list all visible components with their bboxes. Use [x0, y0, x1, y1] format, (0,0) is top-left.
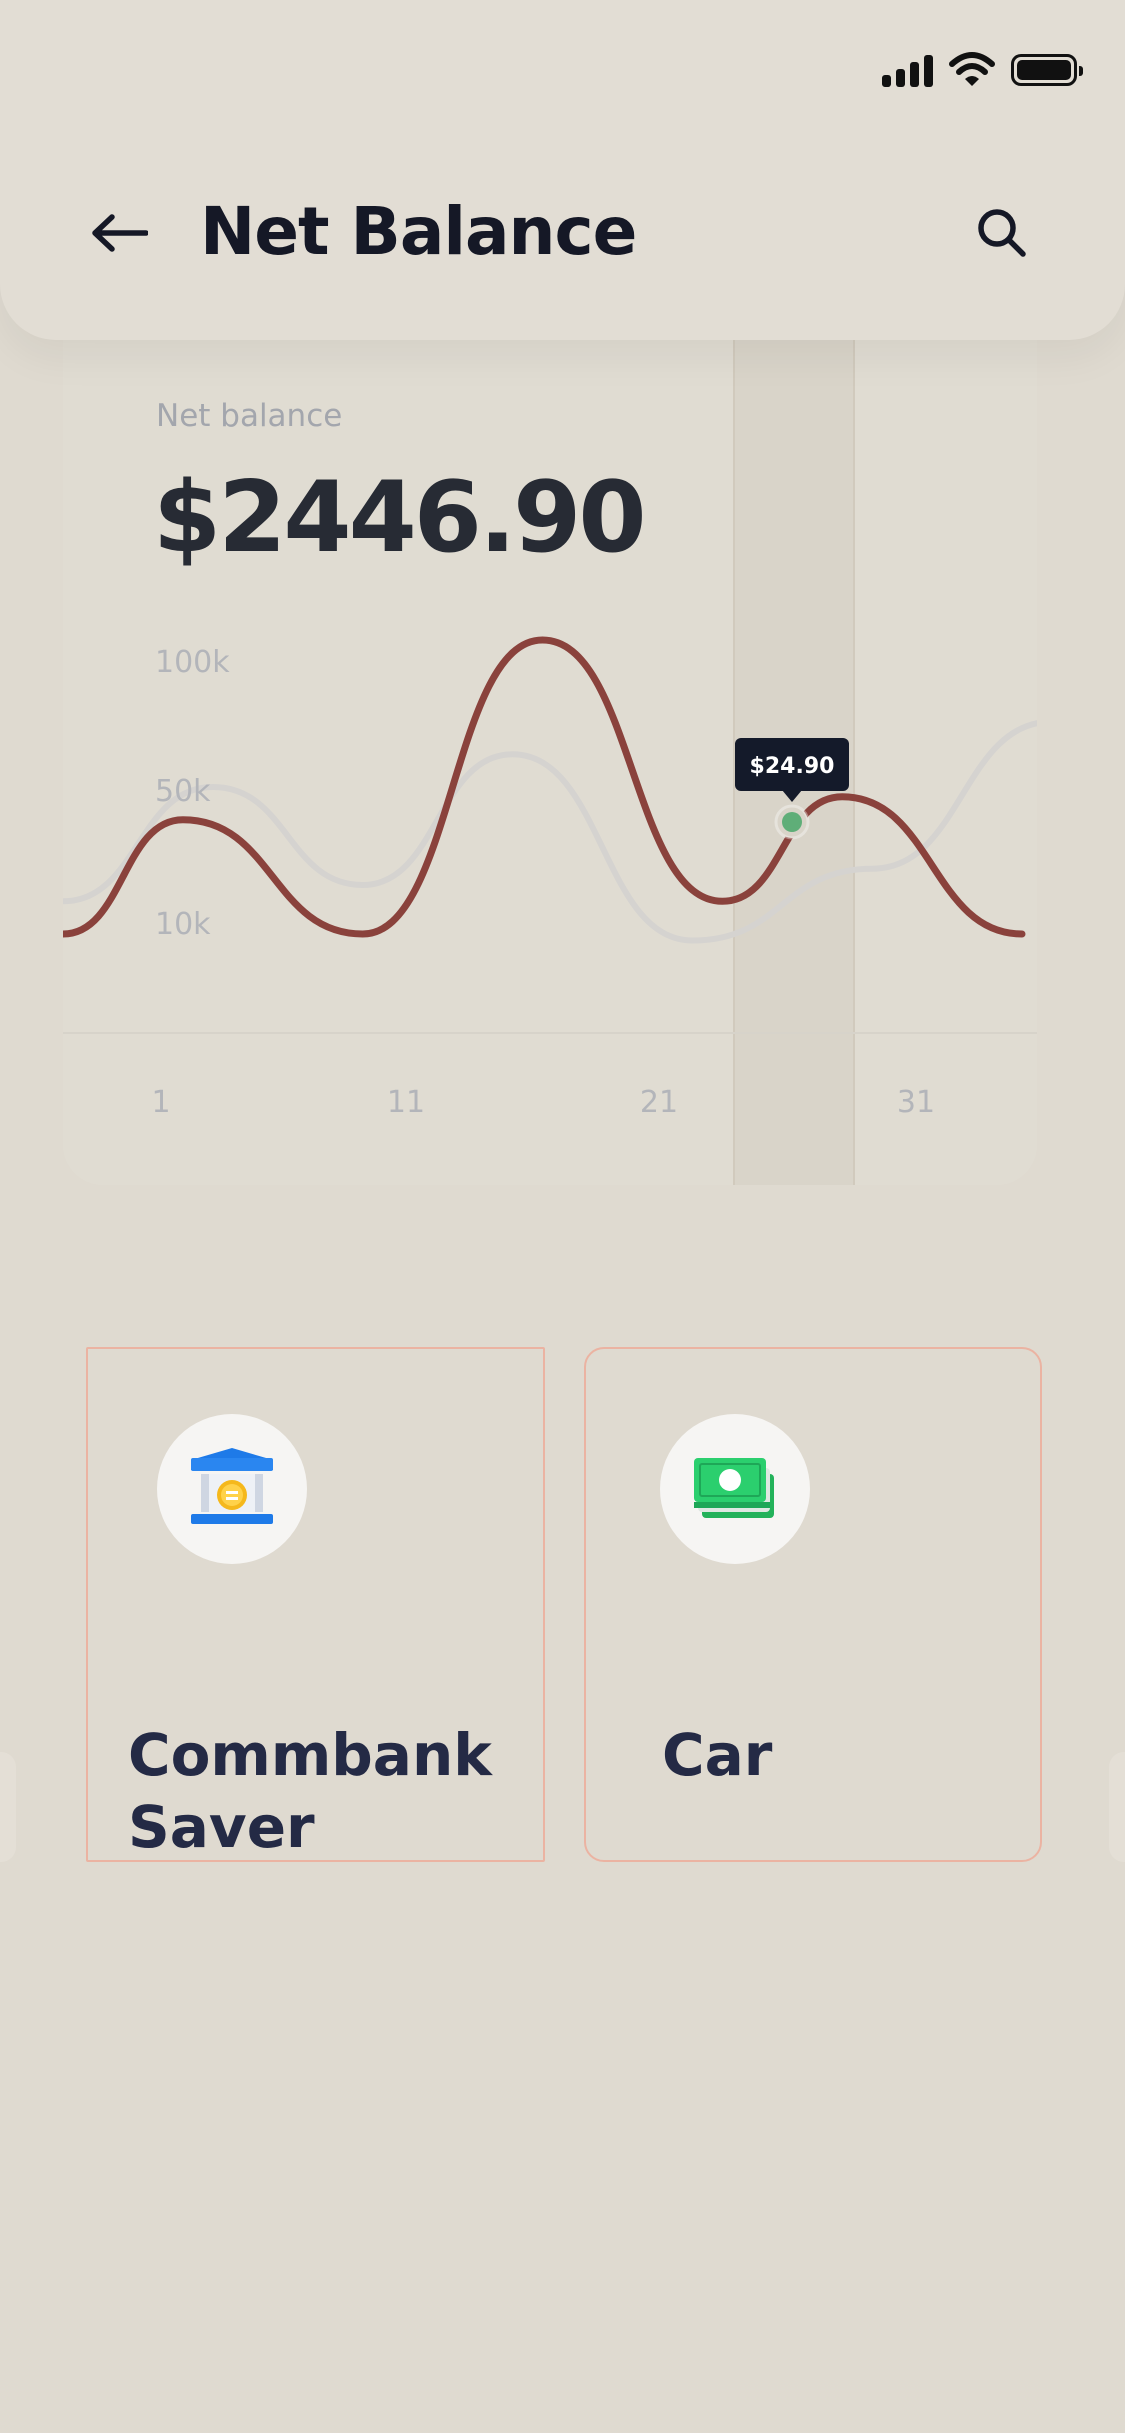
account-name: Car — [662, 1721, 773, 1789]
app-header: Net Balance — [0, 0, 1125, 340]
cellular-signal-icon — [882, 53, 933, 87]
x-tick-label: 1 — [151, 1085, 170, 1120]
status-bar — [882, 48, 1083, 92]
cash-stack-icon — [694, 1458, 774, 1518]
account-card-commbank-saver[interactable]: Commbank Saver — [86, 1347, 545, 1862]
peek-card-left — [0, 1752, 16, 1862]
back-button[interactable] — [86, 200, 152, 266]
wifi-icon — [949, 52, 995, 86]
bank-coin-icon — [191, 1448, 273, 1524]
net-balance-card: Net balance $2446.90 100k 50k 10k 1 11 2… — [63, 340, 1037, 1185]
chart-tooltip: $24.90 — [735, 738, 849, 802]
y-tick-label: 50k — [155, 774, 211, 809]
x-tick-label: 21 — [640, 1085, 678, 1120]
arrow-left-icon — [92, 214, 148, 252]
x-tick-label: 31 — [897, 1085, 935, 1120]
selected-data-point[interactable] — [782, 812, 802, 832]
x-tick-label: 11 — [387, 1085, 425, 1120]
peek-card-right — [1109, 1752, 1125, 1862]
net-balance-chart[interactable]: 100k 50k 10k 1 11 21 31 $24.90 — [63, 340, 1037, 1185]
y-tick-label: 100k — [155, 645, 230, 680]
page-title: Net Balance — [200, 193, 637, 270]
account-icon-container — [157, 1414, 307, 1564]
search-button[interactable] — [969, 200, 1035, 266]
account-icon-container — [660, 1414, 810, 1564]
account-name: Commbank Saver — [128, 1721, 492, 1861]
account-card-car[interactable]: Car — [584, 1347, 1042, 1862]
battery-icon — [1011, 54, 1083, 86]
y-tick-label: 10k — [155, 907, 211, 942]
search-icon — [978, 209, 1026, 257]
tooltip-value: $24.90 — [750, 754, 835, 779]
